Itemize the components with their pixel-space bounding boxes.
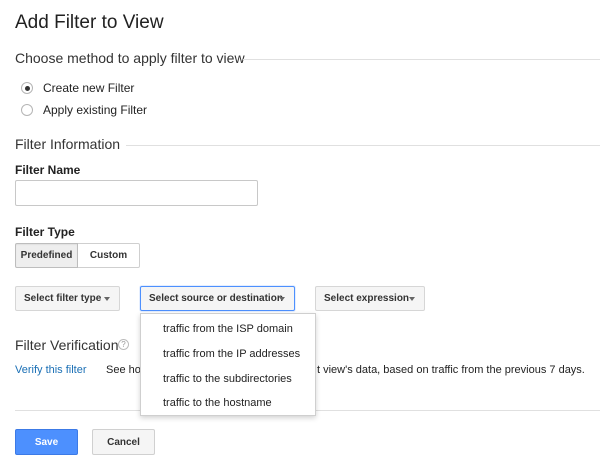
verification-description-start: See ho: [106, 364, 141, 376]
method-heading: Choose method to apply filter to view: [15, 50, 245, 66]
filter-information-divider: [126, 145, 600, 146]
verify-filter-link[interactable]: Verify this filter: [15, 364, 87, 376]
dropdown-item-ip-addresses[interactable]: traffic from the IP addresses: [163, 348, 300, 360]
tab-custom[interactable]: Custom: [78, 243, 140, 268]
select-filter-type[interactable]: Select filter type: [15, 286, 120, 311]
radio-label: Apply existing Filter: [43, 103, 148, 117]
method-divider: [243, 59, 600, 60]
filter-information-heading: Filter Information: [15, 136, 121, 152]
radio-unchecked-icon[interactable]: [21, 104, 33, 116]
radio-apply-existing-filter[interactable]: Apply existing Filter: [21, 103, 147, 117]
chevron-down-icon: [279, 297, 285, 301]
chevron-down-icon: [104, 297, 110, 301]
filter-name-input[interactable]: [15, 180, 258, 206]
source-destination-dropdown: traffic from the ISP domain traffic from…: [140, 313, 316, 416]
dropdown-item-subdirectories[interactable]: traffic to the subdirectories: [163, 373, 292, 385]
filter-type-label: Filter Type: [15, 225, 75, 239]
radio-label: Create new Filter: [43, 81, 135, 95]
chevron-down-icon: [409, 297, 415, 301]
cancel-button[interactable]: Cancel: [92, 429, 155, 455]
save-button[interactable]: Save: [15, 429, 78, 455]
radio-create-new-filter[interactable]: Create new Filter: [21, 81, 134, 95]
select-expression[interactable]: Select expression: [315, 286, 425, 311]
filter-type-toggle: Predefined Custom: [15, 243, 140, 268]
radio-checked-icon[interactable]: [21, 82, 33, 94]
filter-name-label: Filter Name: [15, 163, 81, 177]
verification-description-end: t view's data, based on traffic from the…: [317, 364, 585, 376]
dropdown-item-isp-domain[interactable]: traffic from the ISP domain: [163, 323, 293, 335]
tab-predefined[interactable]: Predefined: [15, 243, 78, 268]
dropdown-item-hostname[interactable]: traffic to the hostname: [163, 397, 272, 409]
select-source-destination-label: Select source or destination: [149, 293, 283, 304]
filter-verification-heading: Filter Verification: [15, 337, 119, 353]
page-title: Add Filter to View: [15, 12, 164, 33]
select-source-destination[interactable]: Select source or destination: [140, 286, 295, 311]
select-filter-type-label: Select filter type: [24, 293, 102, 304]
help-icon[interactable]: ?: [118, 339, 129, 350]
select-expression-label: Select expression: [324, 293, 410, 304]
